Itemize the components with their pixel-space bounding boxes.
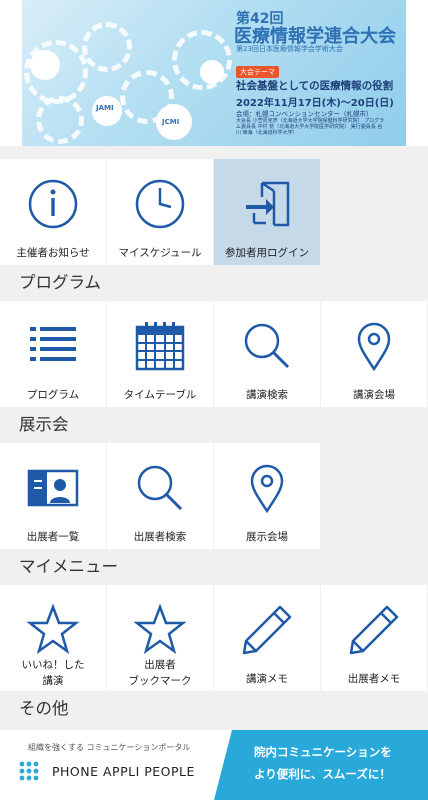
tile-label: 主催者お知らせ <box>16 247 90 259</box>
ad-tagline: 組織を強くする コミュニケーションポータル <box>28 743 191 752</box>
section-title-exhibition: 展示会 <box>19 415 69 434</box>
tile-label: 出展者メモ <box>347 673 401 685</box>
exhibitor-icon <box>27 469 79 507</box>
section-title-my-menu: マイメニュー <box>19 557 118 576</box>
banner-date: 2022年11月17日(木)～20日(日) <box>236 98 394 109</box>
banner-theme: 社会基盤としての医療情報の役割 <box>236 80 394 92</box>
hospital-icon <box>30 50 60 80</box>
tile-exhibitor-search[interactable]: 出展者検索 <box>107 443 213 549</box>
section-title-other: その他 <box>19 699 69 718</box>
banner-theme-label: 大会テーマ <box>236 66 279 78</box>
tile-label: 展示会場 <box>246 531 288 543</box>
menu-area: 主催者お知らせ マイスケジュール 参加者用ログイン プログラム プログラム タイ… <box>0 159 428 727</box>
tile-label: 出展者一覧 <box>26 531 80 543</box>
ad-brand: PHONE APPLI PEOPLE <box>52 764 195 779</box>
tile-label: プログラム <box>26 389 80 401</box>
star-icon <box>26 603 80 655</box>
ad-banner[interactable]: 組織を強くする コミュニケーションポータル PHONE APPLI PEOPLE… <box>0 730 428 800</box>
phone-appli-logo-icon <box>19 761 39 781</box>
map-pin-icon <box>357 322 391 372</box>
tile-liked-lectures[interactable]: いいね！した 講演 <box>0 585 106 691</box>
tile-label: 出展者 ブックマーク <box>107 657 213 689</box>
exhibition-tile-row: 出展者一覧 出展者検索 展示会場 <box>0 443 428 549</box>
tile-participant-login[interactable]: 参加者用ログイン <box>214 159 320 265</box>
conference-banner[interactable]: JAMI JCMI 第42回 医療情報学連合大会 第23回日本医療情報学会学術大… <box>0 0 428 146</box>
login-icon <box>246 181 290 227</box>
gear-decoration-icon <box>82 22 132 72</box>
tile-program[interactable]: プログラム <box>0 301 106 407</box>
tile-label-line1: いいね！した <box>21 659 85 671</box>
search-icon <box>244 323 290 369</box>
tile-exhibitor-list[interactable]: 出展者一覧 <box>0 443 106 549</box>
bubble-decoration <box>200 60 224 84</box>
tile-exhibition-venue[interactable]: 展示会場 <box>214 443 320 549</box>
ad-message-panel <box>214 730 428 800</box>
my-menu-tile-row: いいね！した 講演 出展者 ブックマーク 講演メモ 出展者メモ <box>0 585 428 691</box>
tile-label: 出展者検索 <box>133 531 187 543</box>
section-title-program: プログラム <box>19 273 102 292</box>
tile-lecture-search[interactable]: 講演検索 <box>214 301 320 407</box>
banner-subtitle: 第23回日本医療情報学会学術大会 <box>236 45 343 53</box>
list-icon <box>30 327 76 361</box>
tile-label: 講演会場 <box>353 389 395 401</box>
tile-timetable[interactable]: タイムテーブル <box>107 301 213 407</box>
tile-exhibitor-bookmarks[interactable]: 出展者 ブックマーク <box>107 585 213 691</box>
banner-venue: 会場：札幌コンベンションセンター（札幌市） <box>236 110 373 118</box>
top-tile-row: 主催者お知らせ マイスケジュール 参加者用ログイン <box>0 159 428 265</box>
tile-exhibitor-memo[interactable]: 出展者メモ <box>321 585 427 691</box>
tile-label: タイムテーブル <box>123 389 197 401</box>
tile-label: 講演検索 <box>246 389 288 401</box>
pencil-icon <box>349 605 399 655</box>
tile-label-line1: 出展者 <box>144 659 176 671</box>
search-icon <box>137 465 183 511</box>
pencil-icon <box>242 605 292 655</box>
tile-label-line2: 講演 <box>42 675 64 687</box>
tile-label-line2: ブックマーク <box>128 675 192 687</box>
program-tile-row: プログラム タイムテーブル 講演検索 講演会場 <box>0 301 428 407</box>
tile-label: 参加者用ログイン <box>225 247 309 259</box>
tile-my-schedule[interactable]: マイスケジュール <box>107 159 213 265</box>
ad-message-line2: より便利に、スムーズに！ <box>254 767 391 781</box>
gear-decoration-icon <box>36 96 84 144</box>
tile-lecture-venue[interactable]: 講演会場 <box>321 301 427 407</box>
tile-label: いいね！した 講演 <box>0 657 106 689</box>
ad-message-line1: 院内コミュニケーションを <box>254 745 392 759</box>
tile-lecture-memo[interactable]: 講演メモ <box>214 585 320 691</box>
tile-label: マイスケジュール <box>118 247 202 259</box>
banner-organizers: 大会長 小笠原克彦（北海道大学大学院保健科学研究院） プログラム委員長 中村 稔… <box>236 118 385 136</box>
star-icon <box>133 603 187 655</box>
jcmi-logo-text: JCMI <box>162 118 180 126</box>
gear-decoration-icon <box>172 30 232 90</box>
clock-icon <box>135 179 185 229</box>
jami-logo-text: JAMI <box>96 104 114 112</box>
info-icon <box>28 179 78 229</box>
map-pin-icon <box>250 464 284 514</box>
calendar-icon <box>135 322 185 371</box>
tile-organizer-notice[interactable]: 主催者お知らせ <box>0 159 106 265</box>
banner-artwork: JAMI JCMI 第42回 医療情報学連合大会 第23回日本医療情報学会学術大… <box>22 0 406 146</box>
tile-label: 講演メモ <box>246 673 288 685</box>
